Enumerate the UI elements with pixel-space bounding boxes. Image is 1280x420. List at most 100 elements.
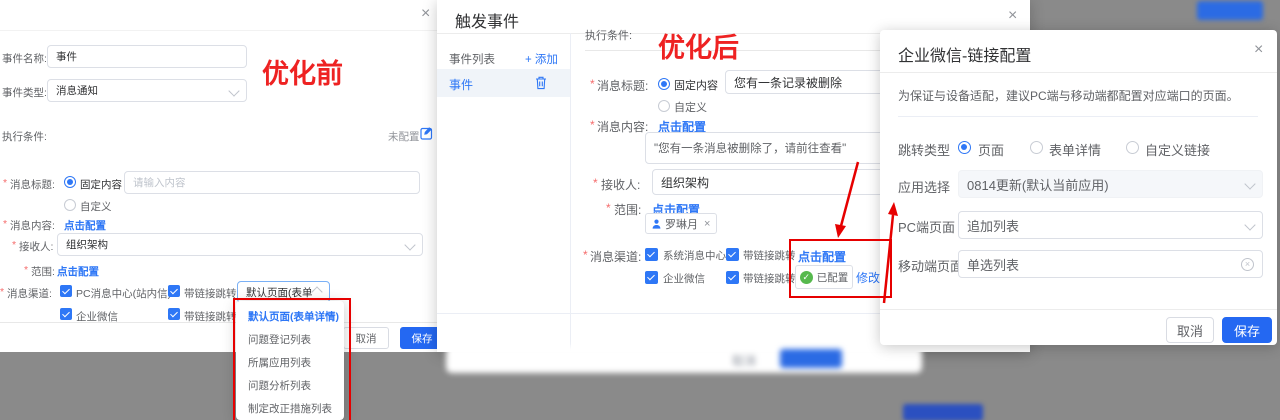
checkbox-sys-center[interactable] <box>645 248 658 261</box>
scope-label: 范围: <box>614 201 641 218</box>
checkbox-link-jump-2[interactable] <box>726 271 739 284</box>
app-select-value: 0814更新(默认当前应用) <box>967 175 1109 194</box>
msg-content-config-link[interactable]: 点击配置 <box>64 218 106 233</box>
scope-config-link[interactable]: 点击配置 <box>57 264 99 279</box>
required-mark: * <box>0 286 4 298</box>
add-event-link[interactable]: + 添加 <box>525 51 558 67</box>
chevron-down-icon <box>1244 178 1255 189</box>
radio-custom[interactable] <box>658 100 670 112</box>
checkbox-link-jump-2[interactable] <box>168 308 180 320</box>
jump-type-label: 跳转类型 <box>898 140 950 159</box>
required-mark: * <box>583 248 588 262</box>
close-icon[interactable]: × <box>421 6 430 22</box>
checkbox-wechat[interactable] <box>60 308 72 320</box>
annotation-after-label: 优化后 <box>658 26 739 65</box>
save-button[interactable]: 保存 <box>1222 317 1272 343</box>
msg-content-label: 消息内容: <box>597 118 648 135</box>
dialog-title: 触发事件 <box>455 8 519 32</box>
background-blurred-button-top <box>1197 1 1263 20</box>
close-icon[interactable]: × <box>1008 8 1017 24</box>
exec-condition-status: 未配置 <box>388 129 420 144</box>
recipient-tag[interactable]: 罗琳月 × <box>645 213 717 234</box>
save-label: 保存 <box>412 331 433 346</box>
app-select[interactable]: 0814更新(默认当前应用) <box>958 170 1263 198</box>
event-type-label: 事件类型: <box>2 85 47 100</box>
cancel-button[interactable]: 取消 <box>1166 317 1214 343</box>
sidebar-item-label: 事件 <box>449 76 473 93</box>
event-type-value: 消息通知 <box>56 83 98 98</box>
pc-page-select[interactable]: 追加列表 <box>958 211 1263 239</box>
trash-icon[interactable] <box>535 76 547 90</box>
radio-fixed-content[interactable] <box>658 78 670 90</box>
custom-label: 自定义 <box>80 199 112 214</box>
annotation-box-dropdown <box>233 298 351 420</box>
scope-label: 范围: <box>31 264 55 279</box>
required-mark: * <box>3 218 7 230</box>
fixed-content-label: 固定内容 <box>80 177 122 192</box>
sidebar-item-event[interactable]: 事件 <box>437 69 570 97</box>
required-mark: * <box>24 264 28 276</box>
msg-title-input[interactable]: 您有一条记录被删除 <box>725 70 895 94</box>
msg-title-value: 您有一条记录被删除 <box>734 74 842 91</box>
mobile-page-select[interactable]: 单选列表 × <box>958 250 1263 278</box>
fixed-content-label: 固定内容 <box>674 77 718 93</box>
note-divider <box>898 116 1258 117</box>
save-label: 保存 <box>1234 321 1260 340</box>
annotation-box-channel <box>789 239 892 298</box>
background-blurred-button-bottom <box>903 404 983 420</box>
before-dialog: × 事件名称: 事件 事件类型: 消息通知 执行条件: 未配置 * 消息标题: … <box>0 0 437 352</box>
required-mark: * <box>590 118 595 132</box>
app-select-label: 应用选择 <box>898 177 950 196</box>
header-divider <box>0 30 437 31</box>
radio-custom[interactable] <box>64 199 76 211</box>
msg-content-label: 消息内容: <box>10 218 55 233</box>
msg-title-input[interactable]: 请输入内容 <box>124 171 420 194</box>
annotation-before-label: 优化前 <box>262 52 343 91</box>
receiver-label: 接收人: <box>19 239 53 254</box>
receiver-value: 组织架构 <box>66 237 108 252</box>
person-icon <box>652 219 661 229</box>
channel-pc-label: PC消息中心(站内信) <box>76 286 171 301</box>
wechat-link-config-dialog: 企业微信-链接配置 × 为保证与设备适配，建议PC端与移动端都配置对应端口的页面… <box>880 30 1277 345</box>
adaptation-note: 为保证与设备适配，建议PC端与移动端都配置对应端口的页面。 <box>898 87 1239 104</box>
required-mark: * <box>12 239 16 251</box>
radio-custom-link[interactable] <box>1126 141 1139 154</box>
receiver-label: 接收人: <box>601 176 640 193</box>
checkbox-pc-center[interactable] <box>60 285 72 297</box>
receiver-select[interactable]: 组织架构 <box>57 233 423 256</box>
event-name-label: 事件名称: <box>2 51 47 66</box>
checkbox-link-jump[interactable] <box>168 285 180 297</box>
pc-page-value: 追加列表 <box>967 216 1019 235</box>
exec-condition-label: 执行条件: <box>2 129 47 144</box>
link-jump-label: 带链接跳转 <box>184 286 237 301</box>
channel-sys-label: 系统消息中心 <box>663 248 726 263</box>
event-name-input[interactable]: 事件 <box>47 45 247 68</box>
event-name-value: 事件 <box>56 49 77 64</box>
opt-form-label: 表单详情 <box>1049 140 1101 159</box>
screenshot-stage: × 事件名称: 事件 事件类型: 消息通知 执行条件: 未配置 * 消息标题: … <box>0 0 1280 420</box>
blurred-cancel-label: 取消 <box>732 352 756 369</box>
close-icon[interactable]: × <box>1254 42 1263 58</box>
checkbox-link-jump[interactable] <box>726 248 739 261</box>
clear-icon[interactable]: × <box>1241 258 1254 271</box>
opt-page-label: 页面 <box>978 140 1004 159</box>
channel-wechat-label: 企业微信 <box>663 271 705 286</box>
chevron-down-icon <box>1244 219 1255 230</box>
radio-page[interactable] <box>958 141 971 154</box>
channel-label: 消息渠道: <box>590 248 641 265</box>
opt-custom-label: 自定义链接 <box>1145 140 1210 159</box>
required-mark: * <box>606 201 611 215</box>
required-mark: * <box>593 176 598 190</box>
msg-content-preview[interactable]: "您有一条消息被删除了，请前往查看" <box>645 132 885 164</box>
dialog-title: 企业微信-链接配置 <box>898 42 1031 66</box>
radio-form-detail[interactable] <box>1030 141 1043 154</box>
event-type-select[interactable]: 消息通知 <box>47 79 247 102</box>
blurred-save-button <box>780 349 842 368</box>
radio-fixed-content[interactable] <box>64 176 76 188</box>
footer-divider <box>880 309 1277 310</box>
tag-remove-icon[interactable]: × <box>704 218 710 230</box>
receiver-select[interactable]: 组织架构 <box>652 169 892 195</box>
cancel-label: 取消 <box>356 331 377 346</box>
checkbox-wechat[interactable] <box>645 271 658 284</box>
edit-icon[interactable] <box>420 126 434 140</box>
